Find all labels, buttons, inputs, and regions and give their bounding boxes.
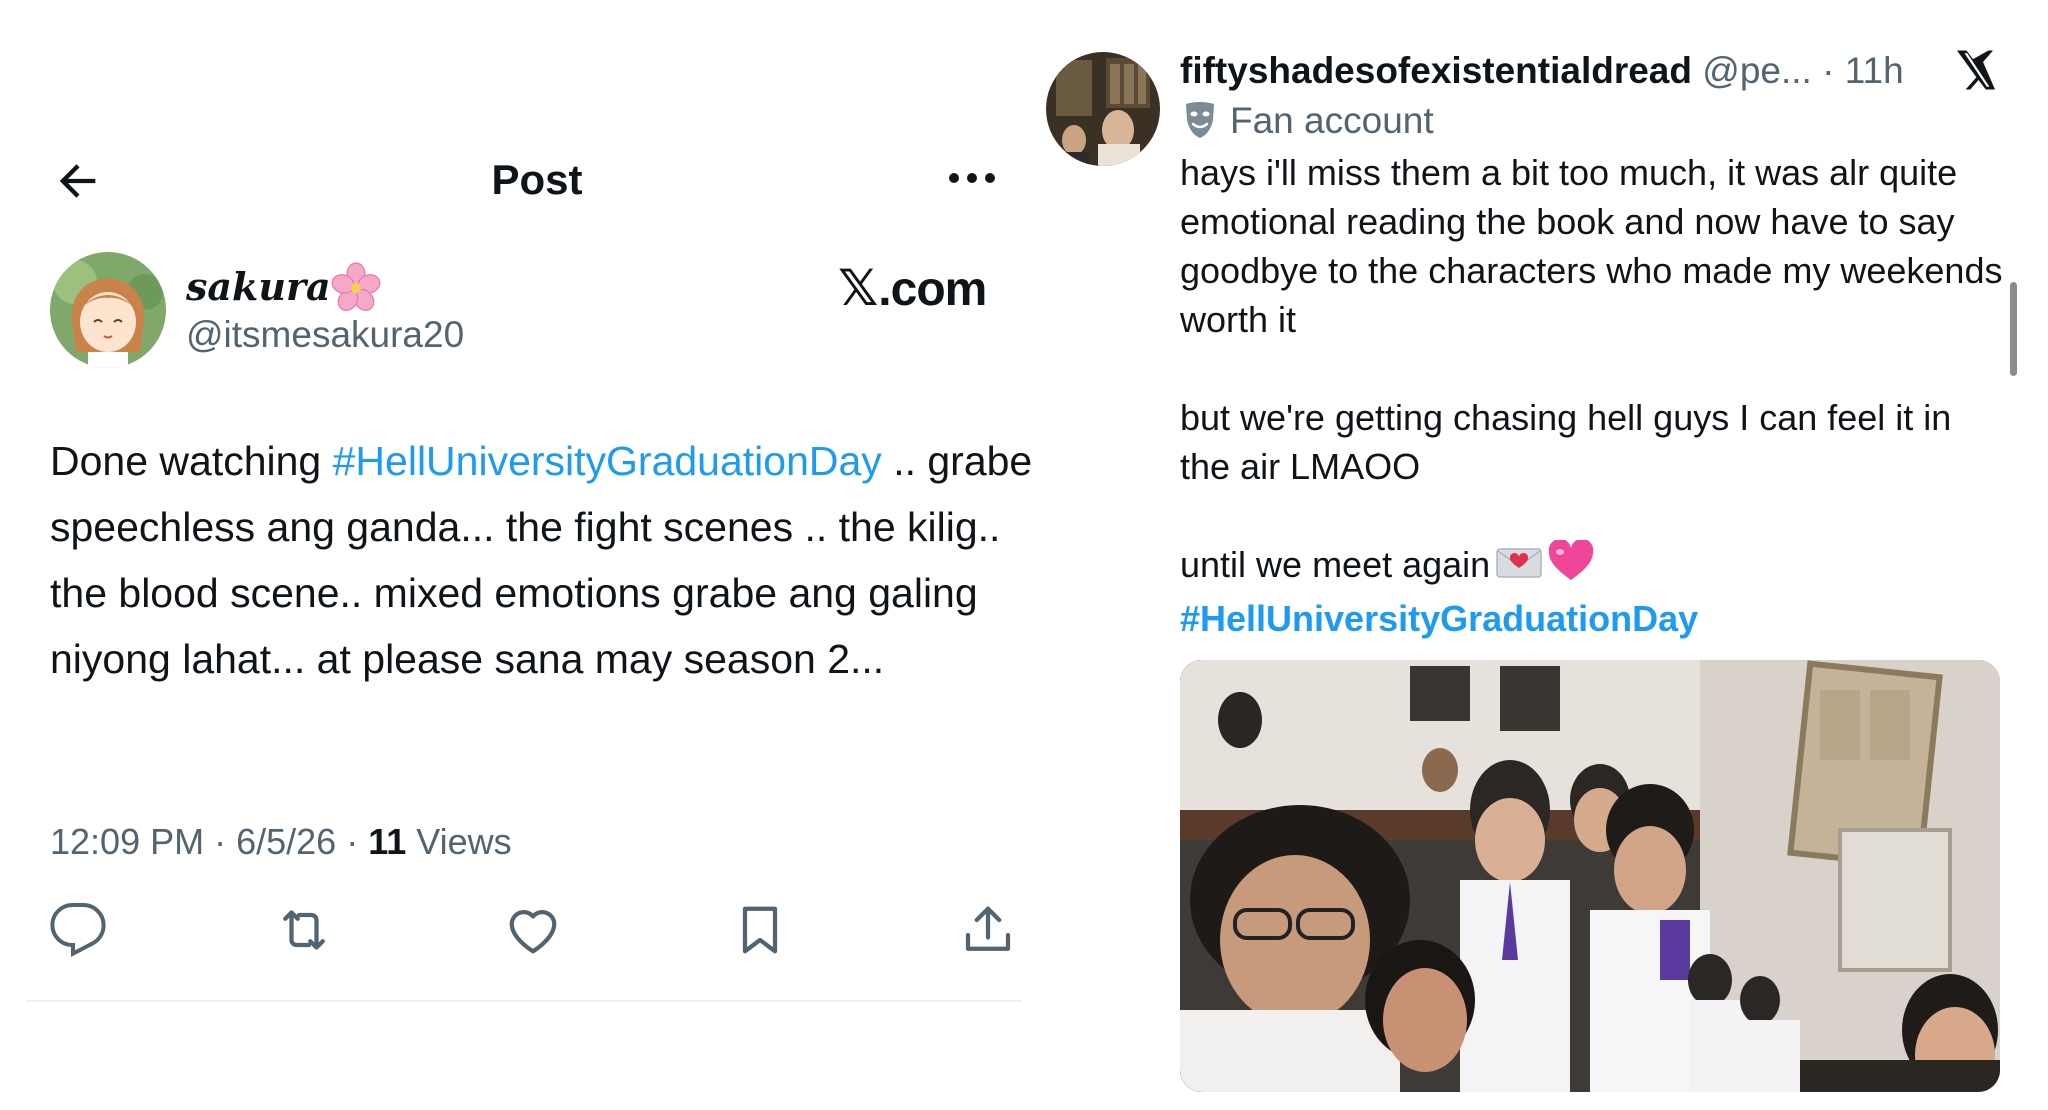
scrollbar[interactable] <box>2010 282 2017 376</box>
separator: · <box>1811 50 1845 91</box>
hashtag-link[interactable]: #HellUniversityGraduationDay <box>1180 598 1698 639</box>
post-photo[interactable] <box>1180 660 2000 1092</box>
user-handle[interactable]: @pe... <box>1702 50 1812 91</box>
post-time[interactable]: 12:09 PM <box>50 821 204 862</box>
user-handle[interactable]: @itsmesakura20 <box>186 310 464 360</box>
post-text: hays i'll miss them a bit too much, it w… <box>1180 148 2010 643</box>
page-title: Post <box>491 156 583 203</box>
post-date[interactable]: 6/5/26 <box>236 821 336 862</box>
post-text: Done watching #HellUniversityGraduationD… <box>50 428 1040 692</box>
pink-heart-icon <box>1548 539 1594 594</box>
fan-account-label: Fan account <box>1230 100 1434 141</box>
post-time[interactable]: 11h <box>1845 50 1904 91</box>
love-letter-icon <box>1496 543 1542 592</box>
post-text-part: until we meet again <box>1180 544 1491 585</box>
blossom-icon <box>330 262 382 314</box>
more-icon[interactable] <box>944 158 1000 198</box>
reply-icon[interactable] <box>48 900 108 960</box>
hashtag-link[interactable]: #HellUniversityGraduationDay <box>333 438 882 484</box>
x-glyph: 𝕏 <box>838 260 879 316</box>
theater-masks-icon <box>1182 100 1218 140</box>
separator: · <box>336 821 369 862</box>
bookmark-icon[interactable] <box>730 900 790 960</box>
post-paragraph-closing: until we meet again #HellUniversityGradu… <box>1180 539 2010 643</box>
xcom-watermark: 𝕏.com <box>838 258 987 318</box>
views-label: Views <box>406 821 512 862</box>
post-meta: 12:09 PM · 6/5/26 · 11 Views <box>50 816 512 868</box>
x-logo-icon[interactable] <box>1952 46 2000 94</box>
display-name[interactable]: fiftyshadesofexistentialdread <box>1180 50 1692 91</box>
post-header: fiftyshadesofexistentialdread @pe... · 1… <box>1180 46 1904 96</box>
avatar[interactable] <box>50 252 166 368</box>
share-icon[interactable] <box>958 900 1018 960</box>
avatar[interactable] <box>1046 52 1160 166</box>
separator: · <box>204 821 237 862</box>
post-paragraph: but we're getting chasing hell guys I ca… <box>1180 397 1952 487</box>
post-text-part: Done watching <box>50 438 333 484</box>
post-paragraph: hays i'll miss them a bit too much, it w… <box>1180 152 2003 340</box>
display-name[interactable]: sakura <box>186 262 331 312</box>
like-icon[interactable] <box>503 900 563 960</box>
repost-icon[interactable] <box>274 900 334 960</box>
divider <box>26 1000 1022 1002</box>
views-count[interactable]: 11 <box>368 821 406 862</box>
xcom-domain: .com <box>878 263 987 316</box>
